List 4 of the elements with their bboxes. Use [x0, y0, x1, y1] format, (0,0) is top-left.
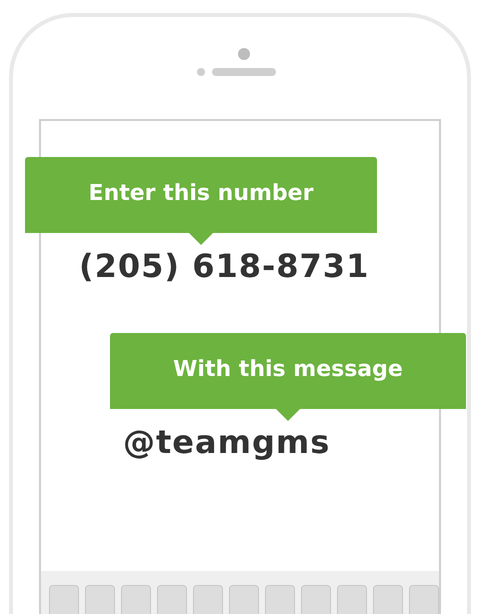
callout: Enter this number	[25, 157, 377, 245]
callout: With this message	[110, 333, 466, 421]
instruction-value: (205) 618-8731	[79, 247, 370, 285]
instruction-value: @teamgms	[123, 423, 330, 461]
